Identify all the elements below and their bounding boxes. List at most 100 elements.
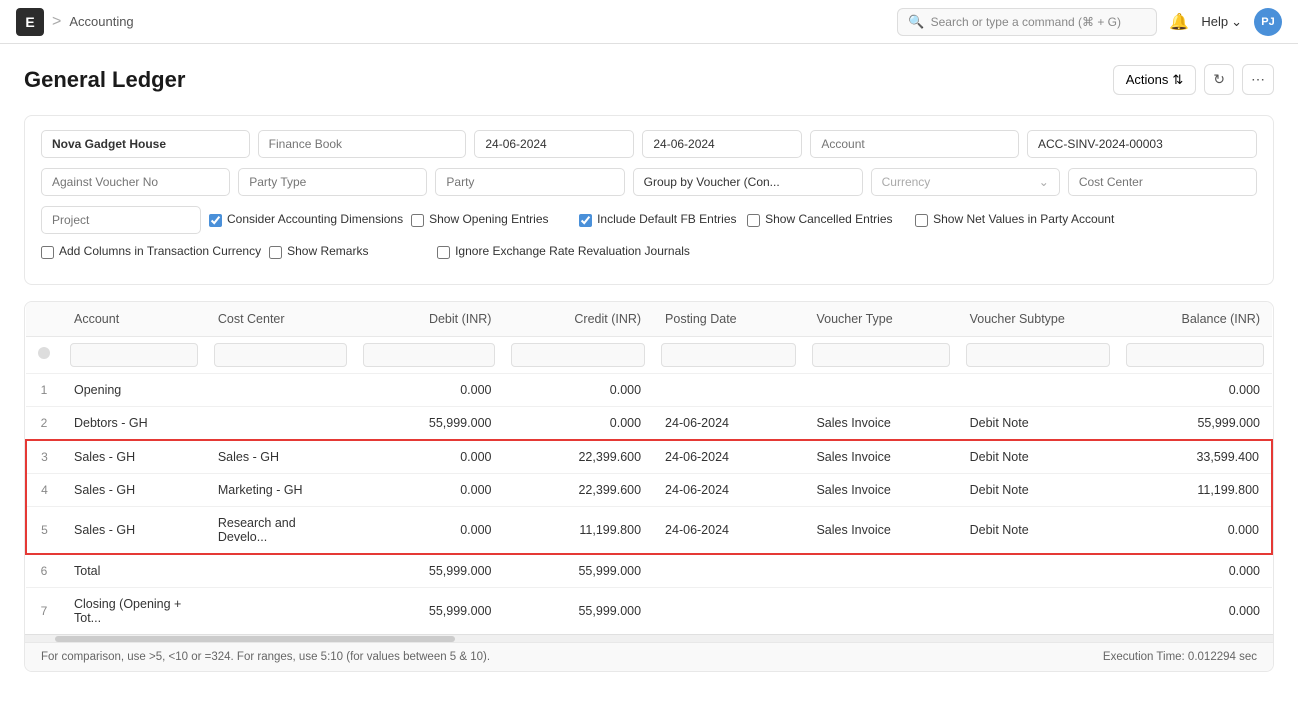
refresh-button[interactable]: ↻ bbox=[1204, 64, 1234, 95]
filter-account-input[interactable] bbox=[70, 343, 198, 367]
table-row[interactable]: 6 Total 55,999.000 55,999.000 0.000 bbox=[26, 554, 1272, 588]
actions-button[interactable]: Actions ⇅ bbox=[1113, 65, 1197, 95]
filter-voucher-type-input[interactable] bbox=[812, 343, 949, 367]
refresh-icon: ↻ bbox=[1213, 71, 1225, 87]
horizontal-scrollbar[interactable] bbox=[25, 634, 1273, 642]
row-credit: 11,199.800 bbox=[503, 506, 653, 554]
help-button[interactable]: Help ⌄ bbox=[1201, 14, 1242, 30]
row-account: Closing (Opening + Tot... bbox=[62, 587, 206, 634]
row-num: 7 bbox=[26, 587, 62, 634]
filter-date-input[interactable] bbox=[661, 343, 796, 367]
filters-row-2: Currency ⌄ bbox=[41, 168, 1257, 196]
ignore-exchange-checkbox[interactable] bbox=[437, 246, 450, 259]
filter-cost-center-input[interactable] bbox=[214, 343, 348, 367]
account-value-field[interactable] bbox=[1027, 130, 1257, 158]
page-title: General Ledger bbox=[24, 67, 185, 93]
row-account: Debtors - GH bbox=[62, 406, 206, 440]
group-by-field[interactable] bbox=[633, 168, 863, 196]
account-placeholder-field[interactable] bbox=[810, 130, 1019, 158]
header-actions: Actions ⇅ ↻ ⋯ bbox=[1113, 64, 1274, 95]
filter-credit-input[interactable] bbox=[511, 343, 645, 367]
table-row[interactable]: 5 Sales - GH Research and Develo... 0.00… bbox=[26, 506, 1272, 554]
filters-row-4: Add Columns in Transaction Currency Show… bbox=[41, 244, 1257, 260]
table-filter-row bbox=[26, 336, 1272, 373]
currency-field[interactable]: Currency ⌄ bbox=[871, 168, 1060, 196]
col-num bbox=[26, 302, 62, 337]
row-voucher-type bbox=[804, 554, 957, 588]
show-net-values-checkbox[interactable] bbox=[915, 214, 928, 227]
filter-debit-input[interactable] bbox=[363, 343, 495, 367]
row-voucher-subtype: Debit Note bbox=[958, 440, 1118, 474]
table-row[interactable]: 4 Sales - GH Marketing - GH 0.000 22,399… bbox=[26, 473, 1272, 506]
row-cost-center bbox=[206, 587, 356, 634]
search-bar[interactable]: 🔍 Search or type a command (⌘ + G) bbox=[897, 8, 1157, 36]
show-opening-group: Show Opening Entries bbox=[411, 212, 571, 228]
row-num: 3 bbox=[26, 440, 62, 474]
include-default-fb-label: Include Default FB Entries bbox=[597, 212, 736, 228]
row-debit: 55,999.000 bbox=[355, 406, 503, 440]
table-row[interactable]: 2 Debtors - GH 55,999.000 0.000 24-06-20… bbox=[26, 406, 1272, 440]
include-default-fb-checkbox[interactable] bbox=[579, 214, 592, 227]
app-logo[interactable]: E bbox=[16, 8, 44, 36]
row-account: Opening bbox=[62, 373, 206, 406]
table-row[interactable]: 3 Sales - GH Sales - GH 0.000 22,399.600… bbox=[26, 440, 1272, 474]
row-account: Sales - GH bbox=[62, 473, 206, 506]
filter-voucher-subtype-input[interactable] bbox=[966, 343, 1110, 367]
row-cost-center bbox=[206, 554, 356, 588]
row-posting-date: 24-06-2024 bbox=[653, 440, 804, 474]
row-posting-date bbox=[653, 373, 804, 406]
show-remarks-checkbox[interactable] bbox=[269, 246, 282, 259]
row-cost-center: Sales - GH bbox=[206, 440, 356, 474]
add-columns-checkbox[interactable] bbox=[41, 246, 54, 259]
row-credit: 0.000 bbox=[503, 406, 653, 440]
date-from-field[interactable] bbox=[474, 130, 634, 158]
row-balance: 0.000 bbox=[1118, 373, 1272, 406]
show-cancelled-group: Show Cancelled Entries bbox=[747, 212, 907, 228]
consider-accounting-checkbox[interactable] bbox=[209, 214, 222, 227]
row-num: 5 bbox=[26, 506, 62, 554]
actions-label: Actions bbox=[1126, 72, 1169, 87]
party-type-field[interactable] bbox=[238, 168, 427, 196]
row-credit: 22,399.600 bbox=[503, 473, 653, 506]
show-opening-checkbox[interactable] bbox=[411, 214, 424, 227]
ignore-exchange-label: Ignore Exchange Rate Revaluation Journal… bbox=[455, 244, 690, 260]
date-to-field[interactable] bbox=[642, 130, 802, 158]
row-voucher-subtype: Debit Note bbox=[958, 506, 1118, 554]
consider-accounting-group: Consider Accounting Dimensions bbox=[209, 212, 403, 228]
scroll-thumb[interactable] bbox=[55, 636, 455, 642]
filter-balance-input[interactable] bbox=[1126, 343, 1264, 367]
filters-row-1 bbox=[41, 130, 1257, 158]
row-voucher-subtype bbox=[958, 554, 1118, 588]
table-row[interactable]: 7 Closing (Opening + Tot... 55,999.000 5… bbox=[26, 587, 1272, 634]
col-balance: Balance (INR) bbox=[1118, 302, 1272, 337]
row-num: 6 bbox=[26, 554, 62, 588]
consider-accounting-label: Consider Accounting Dimensions bbox=[227, 212, 403, 228]
row-voucher-type: Sales Invoice bbox=[804, 506, 957, 554]
row-voucher-type: Sales Invoice bbox=[804, 406, 957, 440]
notification-bell[interactable]: 🔔 bbox=[1169, 12, 1189, 32]
row-account: Total bbox=[62, 554, 206, 588]
more-options-button[interactable]: ⋯ bbox=[1242, 64, 1274, 95]
row-debit: 0.000 bbox=[355, 440, 503, 474]
row-posting-date: 24-06-2024 bbox=[653, 406, 804, 440]
table-header-row: Account Cost Center Debit (INR) Credit (… bbox=[26, 302, 1272, 337]
data-table-wrapper: Account Cost Center Debit (INR) Credit (… bbox=[24, 301, 1274, 672]
against-voucher-field[interactable] bbox=[41, 168, 230, 196]
company-field[interactable] bbox=[41, 130, 250, 158]
page-content: General Ledger Actions ⇅ ↻ ⋯ bbox=[0, 44, 1298, 692]
finance-book-field[interactable] bbox=[258, 130, 467, 158]
project-field[interactable] bbox=[41, 206, 201, 234]
show-cancelled-checkbox[interactable] bbox=[747, 214, 760, 227]
show-opening-label: Show Opening Entries bbox=[429, 212, 548, 228]
row-num: 2 bbox=[26, 406, 62, 440]
avatar[interactable]: PJ bbox=[1254, 8, 1282, 36]
ignore-exchange-group: Ignore Exchange Rate Revaluation Journal… bbox=[437, 244, 690, 260]
topnav-right: 🔍 Search or type a command (⌘ + G) 🔔 Hel… bbox=[897, 8, 1282, 36]
search-icon: 🔍 bbox=[908, 14, 924, 30]
row-debit: 0.000 bbox=[355, 506, 503, 554]
cost-center-field[interactable] bbox=[1068, 168, 1257, 196]
table-row[interactable]: 1 Opening 0.000 0.000 0.000 bbox=[26, 373, 1272, 406]
show-remarks-label: Show Remarks bbox=[287, 244, 368, 260]
party-field[interactable] bbox=[435, 168, 624, 196]
breadcrumb[interactable]: Accounting bbox=[69, 14, 133, 29]
